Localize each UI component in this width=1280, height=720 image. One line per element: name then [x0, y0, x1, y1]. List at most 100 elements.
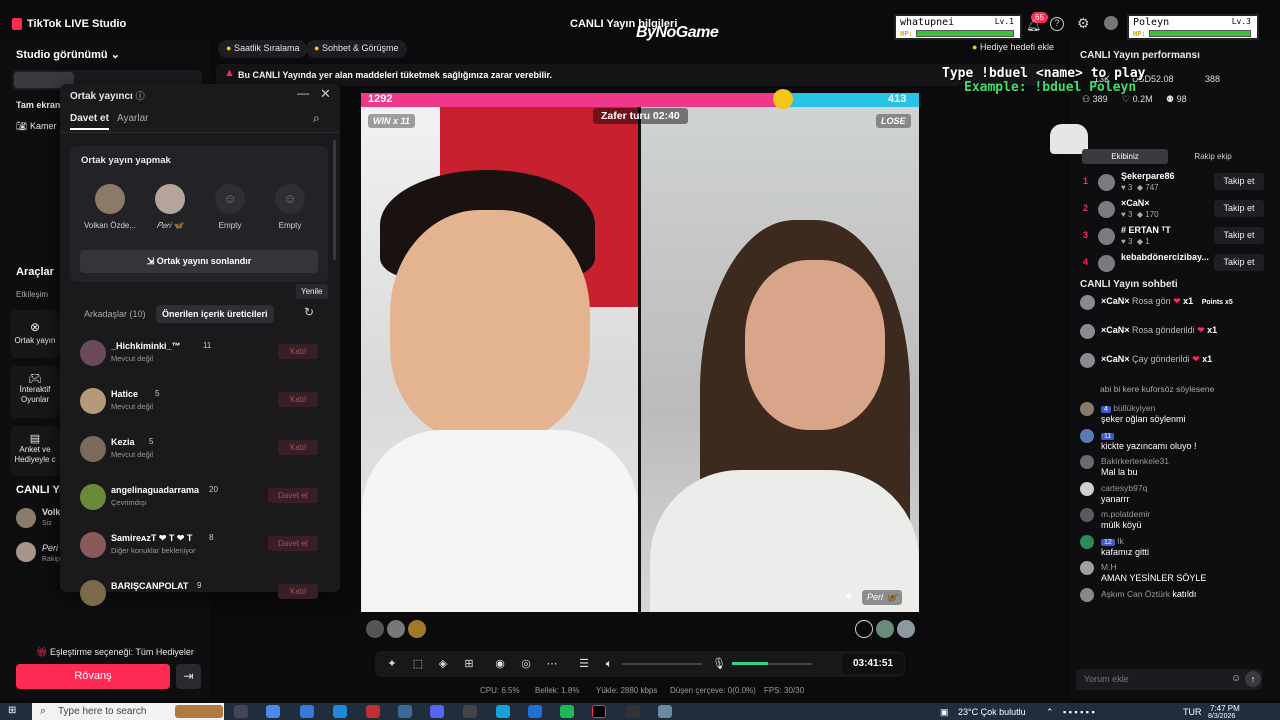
chat-meta: 12 Ik	[1101, 536, 1124, 546]
tiktok-studio-icon[interactable]	[592, 705, 606, 718]
minimize-icon[interactable]: —	[297, 86, 309, 100]
supporter-avatar[interactable]	[897, 620, 915, 638]
gift-icon: ❤	[1197, 325, 1205, 335]
supporter-avatar[interactable]	[855, 620, 873, 638]
app-icon[interactable]	[626, 705, 640, 718]
invite-button[interactable]: Davet et	[268, 536, 318, 551]
emoji-icon[interactable]: ☺	[1231, 673, 1241, 684]
sliders-icon[interactable]: ☰	[578, 658, 590, 670]
clock-time[interactable]: 7:47 PM	[1210, 704, 1240, 713]
follower-count: 9	[197, 581, 202, 590]
search-icon[interactable]: ⌕	[313, 111, 320, 126]
join-button[interactable]: Katıl	[278, 440, 318, 455]
supporter-avatar[interactable]	[387, 620, 405, 638]
tab-invite[interactable]: Davet et	[70, 113, 109, 130]
record-icon[interactable]: ◉	[494, 658, 506, 670]
tool-games[interactable]: 🎮︎ İnteraktif Oyunlar	[10, 366, 60, 418]
task-view-icon[interactable]	[234, 705, 248, 718]
empty-slot-icon[interactable]: ☺	[215, 184, 245, 214]
refresh-icon[interactable]: ↻	[304, 305, 314, 319]
follow-button[interactable]: Takip et	[1214, 227, 1264, 244]
weather[interactable]: 23°C Çok bulutlu	[958, 707, 1026, 717]
leader-stats: ♥ 3 ◆ 1	[1121, 237, 1150, 246]
ai-icon[interactable]: ◈	[437, 658, 449, 670]
cohost-avatar[interactable]	[95, 184, 125, 214]
end-cohost-button[interactable]: ⇲ Ortak yayını sonlandır	[80, 250, 318, 273]
close-icon[interactable]: ✕	[320, 86, 331, 102]
supporter-avatar[interactable]	[408, 620, 426, 638]
supporter-avatar[interactable]	[366, 620, 384, 638]
spotify-icon[interactable]	[560, 705, 574, 718]
rematch-button[interactable]: Rövanş	[16, 664, 170, 689]
invite-button[interactable]: Davet et	[268, 488, 318, 503]
send-icon[interactable]: ↑	[1245, 671, 1261, 687]
join-button[interactable]: Katıl	[278, 392, 318, 407]
cohost-avatar[interactable]	[155, 184, 185, 214]
exit-battle-icon[interactable]: ⇥	[176, 664, 201, 689]
effects-icon[interactable]: ✦	[386, 658, 398, 670]
more-icon[interactable]: ⋯	[546, 658, 558, 670]
tool-label: Ortak yayın	[14, 336, 56, 345]
studio-view-dropdown[interactable]: Studio görünümü ⌄	[16, 48, 120, 61]
obs-icon[interactable]	[463, 705, 477, 718]
tab-your-team[interactable]: Ekibiniz	[1082, 149, 1168, 164]
app-icon[interactable]	[658, 705, 672, 718]
user-avatar[interactable]	[1104, 16, 1118, 30]
app-icon[interactable]	[496, 705, 510, 718]
follow-button[interactable]: Takip et	[1214, 200, 1264, 217]
gift-multiplier: x1	[1207, 325, 1218, 335]
tray-icons[interactable]: ▪ ▪ ▪ ▪ ▪ ▪	[1063, 707, 1095, 717]
help-icon[interactable]: ?	[1050, 17, 1064, 31]
camera-source[interactable]: 📷︎ Kamer	[16, 121, 56, 132]
join-button[interactable]: Katıl	[278, 584, 318, 599]
volume-slider[interactable]	[622, 663, 702, 665]
settings-gear-icon[interactable]: ⚙	[1077, 15, 1090, 32]
store-icon[interactable]	[300, 705, 314, 718]
heart-icon: ♥	[1121, 210, 1126, 219]
bell-icon[interactable]: 🔔︎	[1026, 18, 1041, 32]
crop-icon[interactable]: ⬚	[412, 658, 424, 670]
microphone-icon[interactable]: 🎙︎	[712, 658, 726, 670]
join-button[interactable]: Katıl	[278, 344, 318, 359]
app-icon[interactable]	[398, 705, 412, 718]
gift-goal-button[interactable]: ● Hediye hedefi ekle	[972, 42, 1054, 52]
tab-settings[interactable]: Ayarlar	[117, 113, 149, 124]
follow-button[interactable]: Takip et	[1214, 173, 1264, 190]
chat-call-pill[interactable]: ● Sohbet & Görüşme	[306, 40, 407, 58]
edge-icon[interactable]	[333, 705, 347, 718]
slot-label: Empty	[218, 221, 242, 230]
emoji-marker-icon	[773, 89, 793, 109]
mic-level	[732, 662, 768, 665]
tool-polls[interactable]: ▤ Anket ve Hediyeyle c	[10, 426, 60, 476]
scrollbar[interactable]	[333, 140, 336, 260]
tab-opponent-team[interactable]: Rakip ekip	[1170, 149, 1256, 164]
empty-slot-icon[interactable]: ☺	[275, 184, 305, 214]
refresh-tooltip: Yenile	[296, 284, 328, 299]
chrome-icon[interactable]	[528, 705, 542, 718]
windows-start-icon[interactable]: ⊞	[8, 705, 20, 717]
language[interactable]: TUR	[1183, 707, 1202, 717]
hourly-ranking-pill[interactable]: ● Saatlik Sıralama	[218, 40, 308, 58]
avatar	[1080, 402, 1094, 416]
tray-chevron-icon[interactable]: ⌃	[1046, 707, 1054, 718]
add-source-icon[interactable]: ⊞	[463, 658, 475, 670]
search-highlight-icon[interactable]	[175, 705, 223, 718]
follow-button[interactable]: Takip et	[1214, 254, 1264, 271]
leader-name: ×CaN×	[1121, 198, 1150, 208]
tab-friends[interactable]: Arkadaşlar (10)	[78, 305, 152, 323]
right-score: 413	[888, 93, 907, 105]
tab-suggested[interactable]: Önerilen içerik üreticileri	[156, 305, 274, 323]
hp-label: HP:	[900, 30, 913, 38]
speaker-icon[interactable]: 🔊︎	[846, 591, 852, 602]
volume-icon[interactable]: 🔈︎	[603, 658, 615, 670]
match-option[interactable]: 🎁︎ Eşleştirme seçeneği: Tüm Hediyeler	[36, 647, 194, 658]
capture-icon[interactable]: ◎	[520, 658, 532, 670]
tool-cohost[interactable]: ⊗ Ortak yayın	[10, 310, 60, 358]
gift-goal-label: Hediye hedefi ekle	[979, 42, 1055, 52]
copilot-icon[interactable]	[266, 705, 280, 718]
clock-date[interactable]: 8/3/2026	[1208, 713, 1235, 720]
leader-level: 3	[1127, 183, 1133, 192]
app-icon[interactable]	[366, 705, 380, 718]
supporter-avatar[interactable]	[876, 620, 894, 638]
discord-icon[interactable]	[430, 705, 444, 718]
